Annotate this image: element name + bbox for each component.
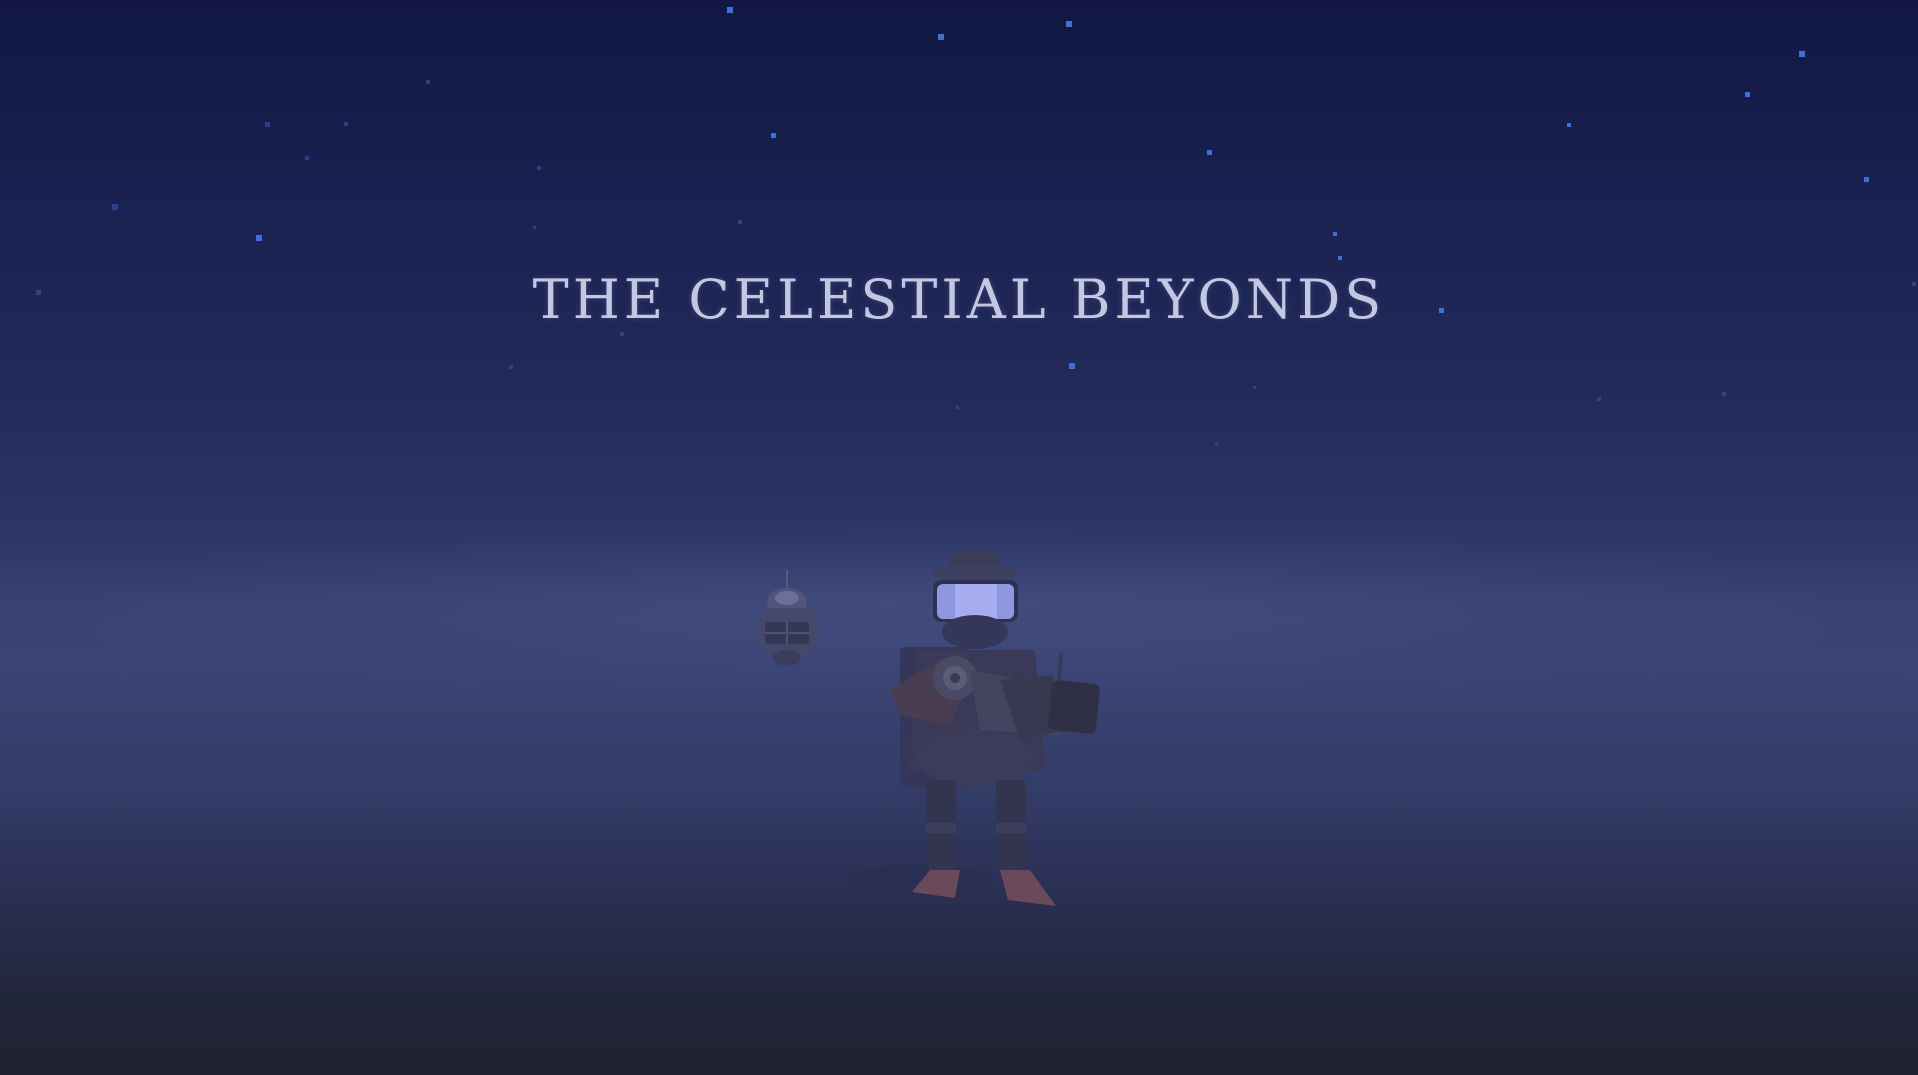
star (1567, 123, 1571, 127)
star (1864, 177, 1869, 182)
star (956, 406, 959, 409)
star (344, 122, 348, 126)
star (112, 204, 118, 210)
star (727, 7, 733, 13)
astronaut-soldier-icon (820, 540, 1140, 940)
star (1338, 256, 1342, 260)
star (1253, 386, 1256, 389)
star (265, 122, 270, 127)
star (509, 365, 513, 369)
star (620, 332, 624, 336)
star (1333, 232, 1337, 236)
star (256, 235, 262, 241)
star (305, 156, 309, 160)
star (426, 80, 430, 84)
star (1597, 397, 1601, 401)
star (1722, 392, 1726, 396)
star (1215, 443, 1218, 446)
game-title-screen: THE CELESTIAL BEYONDS (0, 0, 1918, 1075)
star (738, 220, 742, 224)
star (1207, 150, 1212, 155)
star (771, 133, 776, 138)
game-title: THE CELESTIAL BEYONDS (532, 268, 1386, 331)
star (1066, 21, 1072, 27)
star (1745, 92, 1750, 97)
star (1799, 51, 1805, 57)
star (1069, 363, 1075, 369)
star (938, 34, 944, 40)
floating-drone-icon (745, 570, 825, 685)
star (537, 166, 541, 170)
star (533, 226, 536, 229)
